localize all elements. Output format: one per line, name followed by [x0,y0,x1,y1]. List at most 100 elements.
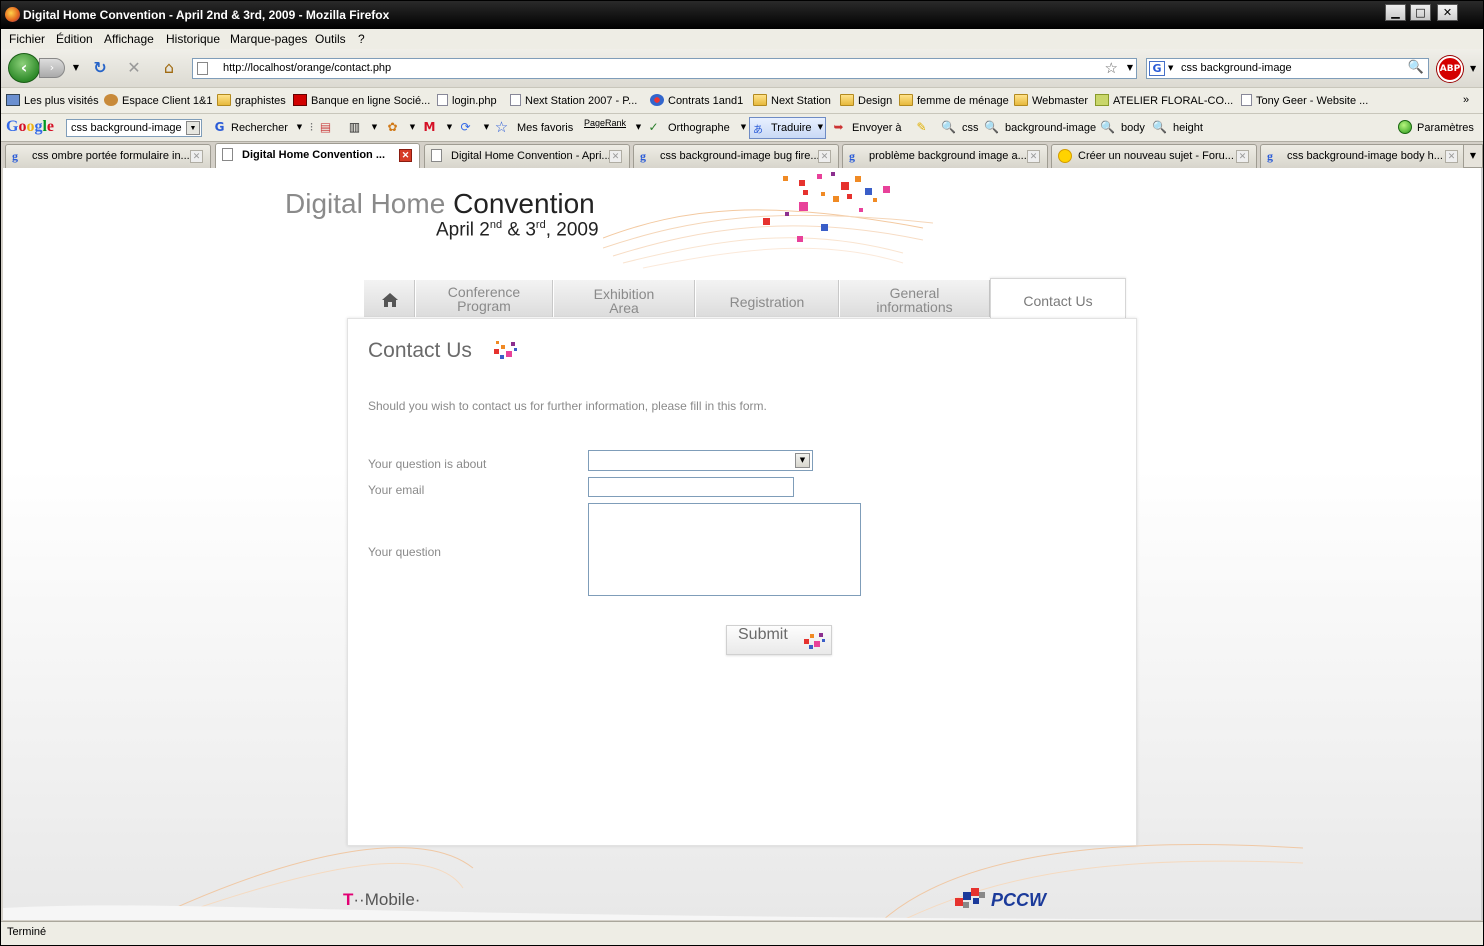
back-button[interactable]: ‹ [8,53,40,83]
highlighter-icon[interactable]: ✎ [914,120,929,135]
home-icon[interactable]: ⌂ [159,59,179,77]
url-dropdown-icon[interactable]: ▼ [1127,63,1133,72]
nav-general-informations[interactable]: General informations [839,280,990,317]
stop-icon[interactable]: ✕ [124,59,144,77]
close-tab-icon[interactable]: ✕ [399,149,412,162]
nav-exhibition-area[interactable]: Exhibition Area [553,280,695,317]
chevron-down-icon[interactable]: ▼ [479,120,494,135]
bookmark-icon [104,94,118,106]
nav-contact-us[interactable]: Contact Us [990,278,1126,318]
url-text[interactable]: http://localhost/orange/contact.php [223,62,391,74]
send-icon[interactable]: ➥ [831,120,846,135]
bookmark-design[interactable]: Design [840,94,892,107]
chevron-down-icon[interactable]: ▼ [186,121,200,135]
search-term-body[interactable]: body [1121,122,1145,134]
google-favicon: g [640,149,646,163]
tab-css-body[interactable]: g css background-image body h... ✕ [1260,144,1466,168]
pagerank-indicator[interactable]: PageRank [584,118,626,128]
email-field[interactable] [588,477,794,497]
close-tab-icon[interactable]: ✕ [1445,150,1458,163]
bookmark-webmaster[interactable]: Webmaster [1014,94,1088,107]
rechercher-button[interactable]: Rechercher [231,122,288,134]
close-tab-icon[interactable]: ✕ [190,150,203,163]
close-tab-icon[interactable]: ✕ [1027,150,1040,163]
menu-fichier[interactable]: Fichier [9,32,45,46]
adblock-dropdown-icon[interactable]: ▼ [1470,64,1476,73]
gmail-icon[interactable]: M [422,120,437,135]
envoyer-button[interactable]: Envoyer à [852,122,902,134]
adblock-icon[interactable]: ABP [1437,56,1463,82]
close-window-button[interactable]: ✕ [1437,4,1458,21]
bookmarks-overflow-button[interactable]: » [1463,94,1469,106]
puzzle-icon[interactable]: ✿ [385,120,400,135]
menu-help[interactable]: ? [358,32,365,46]
minimize-button[interactable]: ▁ [1385,4,1406,21]
news-icon[interactable]: ▤ [318,120,333,135]
topic-select[interactable]: ▼ [588,450,813,471]
forward-button[interactable]: › [39,58,65,78]
menu-edition[interactable]: Édition [56,32,93,46]
search-term-css[interactable]: css [962,122,979,134]
tmobile-logo[interactable]: T··Mobile· [343,890,420,910]
history-dropdown-icon[interactable]: ▼ [66,59,86,77]
close-tab-icon[interactable]: ✕ [818,150,831,163]
search-bar[interactable]: G ▼ css background-image 🔍 [1146,58,1429,79]
star-icon[interactable]: ☆ [494,120,509,135]
barcode-icon[interactable]: ▥ [347,120,362,135]
close-tab-icon[interactable]: ✕ [609,150,622,163]
bookmark-next-station[interactable]: Next Station [753,94,831,107]
question-textarea[interactable] [588,503,861,596]
search-input[interactable]: css background-image [1181,62,1292,74]
orthographe-button[interactable]: Orthographe [668,122,730,134]
tab-probleme[interactable]: g problème background image a... ✕ [842,144,1048,168]
bookmark-femme-de-menage[interactable]: femme de ménage [899,94,1009,107]
bookmark-tony-geer[interactable]: Tony Geer - Website ... [1241,94,1368,107]
search-term-icon: 🔍 [984,120,999,134]
nav-home[interactable] [363,280,415,317]
bookmark-espace-client[interactable]: Espace Client 1&1 [104,94,213,107]
spellcheck-icon[interactable]: ✓ [646,120,661,135]
bookmark-banque[interactable]: Banque en ligne Socié... [293,94,430,107]
submit-button[interactable]: Submit [726,625,832,655]
tab-css-ombre[interactable]: g css ombre portée formulaire in... ✕ [5,144,211,168]
reload-icon[interactable]: ↻ [90,59,110,77]
url-bar[interactable]: http://localhost/orange/contact.php ☆ ▼ [192,58,1137,79]
search-term-height[interactable]: height [1173,122,1203,134]
close-tab-icon[interactable]: ✕ [1236,150,1249,163]
page-icon [437,94,448,106]
mes-favoris-button[interactable]: Mes favoris [517,122,573,134]
bookmark-next-station-2007[interactable]: Next Station 2007 - P... [510,94,637,107]
chevron-down-icon[interactable]: ▼ [367,120,382,135]
bookmark-star-icon[interactable]: ☆ [1105,59,1118,77]
search-engine-dropdown-icon[interactable]: ▼ [1168,64,1173,72]
bookmark-contrats[interactable]: Contrats 1and1 [650,94,743,107]
bookmark-atelier-floral[interactable]: ATELIER FLORAL-CO... [1095,94,1233,107]
search-engine-icon[interactable]: G [1149,61,1165,76]
tab-css-bug[interactable]: g css background-image bug fire... ✕ [633,144,839,168]
tab-digital-home-active[interactable]: Digital Home Convention ... ✕ [215,143,420,169]
chevron-down-icon[interactable]: ▼ [795,453,810,468]
google-search-input[interactable]: css background-image ▼ [66,119,202,137]
chevron-down-icon[interactable]: ▼ [442,120,457,135]
bookmark-graphistes[interactable]: graphistes [217,94,286,107]
tab-creer-sujet[interactable]: Créer un nouveau sujet - Foru... ✕ [1051,144,1257,168]
menu-outils[interactable]: Outils [315,32,346,46]
bookmark-les-plus-visites[interactable]: Les plus visités [6,94,99,107]
bookmark-login[interactable]: login.php [437,94,497,107]
chevron-down-icon[interactable]: ▼ [631,120,646,135]
parametres-button[interactable]: Paramètres [1417,122,1474,134]
tab-list-button[interactable]: ▼ [1463,144,1483,168]
search-icon[interactable]: 🔍 [1408,60,1424,75]
chevron-down-icon[interactable]: ▼ [405,120,420,135]
nav-conference-program[interactable]: Conference Program [415,280,553,317]
traduire-button[interactable]: あ Traduire ▼ [749,117,826,139]
menu-affichage[interactable]: Affichage [104,32,154,46]
menu-marque-pages[interactable]: Marque-pages [230,32,307,46]
menu-historique[interactable]: Historique [166,32,220,46]
search-term-background-image[interactable]: background-image [1005,122,1096,134]
maximize-button[interactable]: □ [1410,4,1431,21]
google-logo[interactable]: Google [6,118,54,136]
share-icon[interactable]: ⟳ [458,120,473,135]
tab-digital-home[interactable]: Digital Home Convention - Apri... ✕ [424,144,630,168]
nav-registration[interactable]: Registration [695,280,839,317]
